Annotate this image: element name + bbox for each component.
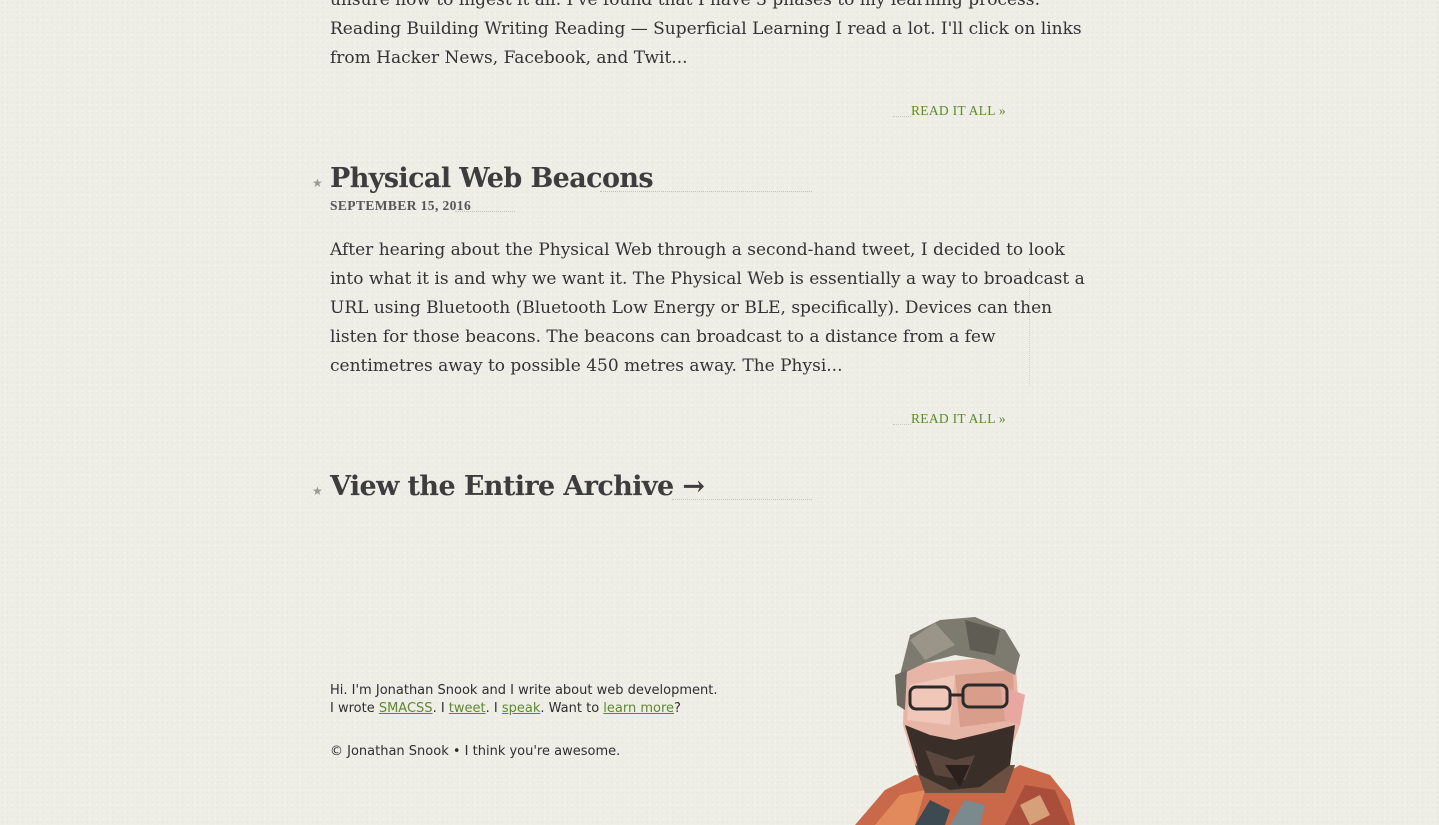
footer-intro: Hi. I'm Jonathan Snook and I write about…: [330, 682, 718, 718]
title-divider: [672, 499, 812, 500]
footer-text: ?: [674, 701, 681, 716]
post-excerpt-physical-web: After hearing about the Physical Web thr…: [330, 236, 1085, 381]
learn-more-link[interactable]: learn more: [603, 701, 674, 716]
excerpt-line: listen for those beacons. The beacons ca…: [330, 327, 996, 347]
title-divider: [600, 191, 812, 192]
speak-link[interactable]: speak: [502, 701, 541, 716]
excerpt-line: URL using Bluetooth (Bluetooth Low Energ…: [330, 298, 1053, 318]
read-more-link-physical-web[interactable]: READ IT ALL »: [892, 411, 1006, 427]
side-divider: [1029, 268, 1030, 386]
footer-intro-text: Hi. I'm Jonathan Snook and I write about…: [330, 683, 718, 698]
author-portrait: [855, 617, 1075, 825]
tweet-link[interactable]: tweet: [449, 701, 486, 716]
excerpt-line: Reading Building Writing Reading — Super…: [330, 19, 1082, 39]
smacss-link[interactable]: SMACSS: [379, 701, 433, 716]
excerpt-line: centimetres away to possible 450 metres …: [330, 356, 843, 376]
excerpt-line: unsure how to ingest it all. I've found …: [330, 0, 1041, 10]
read-more-link-previous[interactable]: READ IT ALL »: [892, 103, 1006, 119]
post-title-physical-web[interactable]: Physical Web Beacons: [330, 163, 654, 194]
archive-link[interactable]: View the Entire Archive →: [330, 471, 705, 502]
page-background: [0, 0, 1439, 825]
star-icon: ★: [312, 484, 323, 498]
excerpt-line: into what it is and why we want it. The …: [330, 269, 1085, 289]
footer-text: . I: [485, 701, 502, 716]
star-icon: ★: [312, 176, 323, 190]
footer-text: I wrote: [330, 701, 379, 716]
excerpt-line: After hearing about the Physical Web thr…: [330, 240, 1065, 260]
date-divider: [455, 211, 515, 212]
post-excerpt-previous: unsure how to ingest it all. I've found …: [330, 0, 1082, 73]
excerpt-line: from Hacker News, Facebook, and Twit...: [330, 48, 688, 68]
footer-copyright: © Jonathan Snook • I think you're awesom…: [330, 744, 621, 759]
footer-text: . I: [432, 701, 449, 716]
post-date: SEPTEMBER 15, 2016: [330, 198, 472, 213]
footer-text: . Want to: [540, 701, 604, 716]
